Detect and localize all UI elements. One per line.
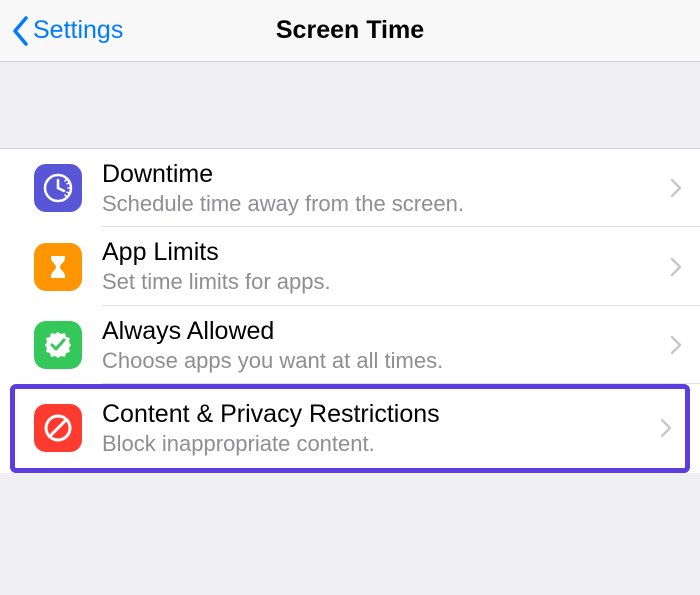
row-text: Always Allowed Choose apps you want at a… <box>102 316 660 374</box>
checkmark-seal-icon <box>34 321 82 369</box>
row-app-limits[interactable]: App Limits Set time limits for apps. <box>0 227 700 305</box>
chevron-right-icon <box>670 335 682 355</box>
row-subtitle: Schedule time away from the screen. <box>102 191 660 217</box>
row-subtitle: Block inappropriate content. <box>102 431 650 457</box>
highlight-annotation: Content & Privacy Restrictions Block ina… <box>10 384 690 472</box>
row-subtitle: Choose apps you want at all times. <box>102 348 660 374</box>
navigation-bar: Settings Screen Time <box>0 0 700 62</box>
row-title: App Limits <box>102 237 660 267</box>
row-title: Downtime <box>102 159 660 189</box>
row-title: Content & Privacy Restrictions <box>102 399 650 429</box>
chevron-right-icon <box>670 257 682 277</box>
row-content-restrictions[interactable]: Content & Privacy Restrictions Block ina… <box>15 389 685 467</box>
no-symbol-icon <box>34 404 82 452</box>
chevron-right-icon <box>660 418 672 438</box>
row-text: Downtime Schedule time away from the scr… <box>102 159 660 217</box>
hourglass-icon <box>34 243 82 291</box>
row-text: App Limits Set time limits for apps. <box>102 237 660 295</box>
section-spacer <box>0 62 700 149</box>
back-button[interactable]: Settings <box>0 16 123 46</box>
row-downtime[interactable]: Downtime Schedule time away from the scr… <box>0 149 700 227</box>
settings-list: Downtime Schedule time away from the scr… <box>0 149 700 473</box>
row-text: Content & Privacy Restrictions Block ina… <box>102 399 650 457</box>
row-always-allowed[interactable]: Always Allowed Choose apps you want at a… <box>0 306 700 384</box>
row-subtitle: Set time limits for apps. <box>102 269 660 295</box>
row-title: Always Allowed <box>102 316 660 346</box>
downtime-icon <box>34 164 82 212</box>
page-title: Screen Time <box>276 16 424 45</box>
chevron-left-icon <box>12 16 29 46</box>
chevron-right-icon <box>670 178 682 198</box>
back-label: Settings <box>33 16 123 45</box>
